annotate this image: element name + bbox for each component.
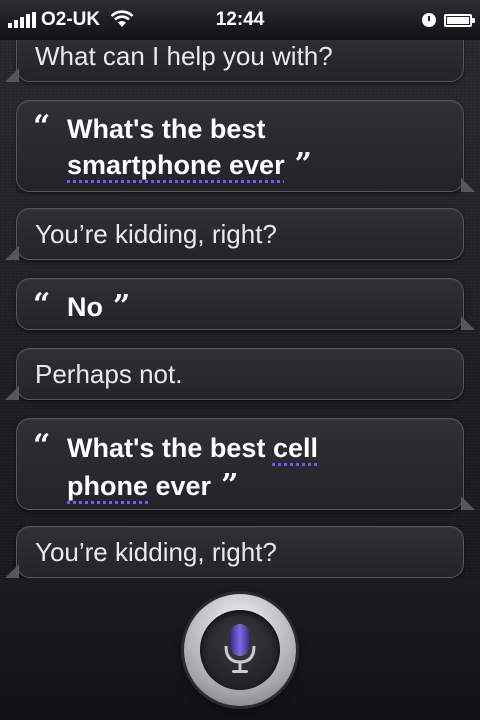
status-bar: O2-UK 12:44 xyxy=(0,0,480,40)
close-quote: ” xyxy=(221,468,239,503)
siri-response-text: You’re kidding, right? xyxy=(35,219,277,249)
user-query-segment: ever xyxy=(148,471,212,501)
siri-response-text: Perhaps not. xyxy=(35,359,183,389)
wifi-icon xyxy=(110,10,134,27)
microphone-button-well xyxy=(200,610,280,690)
siri-response-bubble: You’re kidding, right? xyxy=(5,208,464,260)
signal-strength-icon xyxy=(8,12,36,28)
alarm-icon xyxy=(422,13,436,27)
user-query-segment: cell xyxy=(272,433,318,463)
siri-response-bubble: You’re kidding, right? xyxy=(5,526,464,578)
siri-response-text: You’re kidding, right? xyxy=(35,537,277,567)
user-query-segment: What's the best xyxy=(67,433,273,463)
siri-response-bubble: Perhaps not. xyxy=(5,348,464,400)
user-query-segment: phone xyxy=(67,471,148,501)
open-quote: “ xyxy=(33,287,51,322)
close-quote: ” xyxy=(294,147,312,182)
user-query-bubble[interactable]: “ What's the best smartphone ever ” xyxy=(16,100,475,192)
user-query-bubble[interactable]: “ What's the best cell phone ever ” xyxy=(16,418,475,510)
user-query-line: What's the best xyxy=(67,114,266,144)
carrier-name: O2-UK xyxy=(41,9,101,30)
siri-microphone-button[interactable] xyxy=(184,594,296,706)
battery-icon xyxy=(444,13,475,27)
user-query-line: No xyxy=(67,292,103,322)
open-quote: “ xyxy=(33,428,51,463)
microphone-icon xyxy=(224,624,256,673)
user-query-line: smartphone ever xyxy=(67,150,285,180)
close-quote: ” xyxy=(113,289,131,324)
user-query-bubble[interactable]: “ No ” xyxy=(16,278,475,330)
open-quote: “ xyxy=(33,109,51,144)
siri-response-text: What can I help you with? xyxy=(35,41,333,71)
